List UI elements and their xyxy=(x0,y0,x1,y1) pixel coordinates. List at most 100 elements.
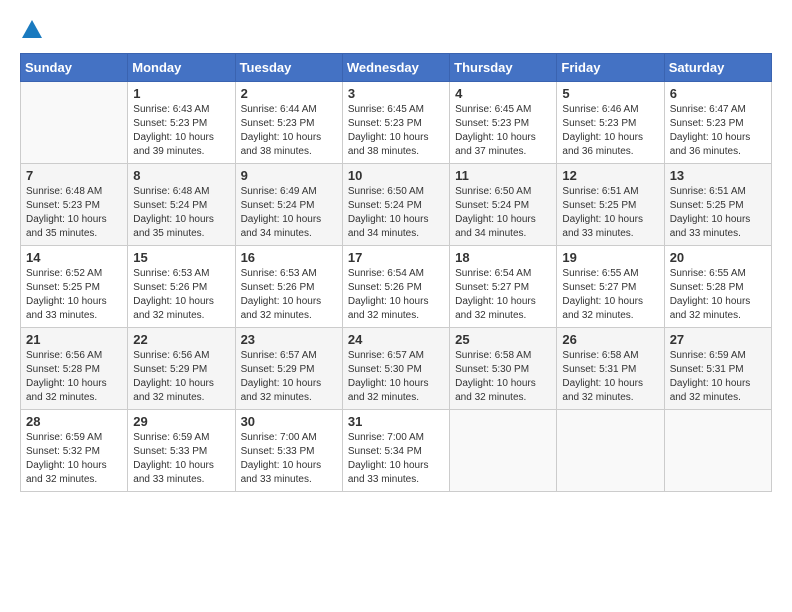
calendar-cell: 1 Sunrise: 6:43 AM Sunset: 5:23 PM Daylig… xyxy=(128,82,235,164)
cell-info: Sunrise: 6:50 AM Sunset: 5:24 PM Dayligh… xyxy=(348,185,444,241)
day-number: 3 xyxy=(348,86,444,101)
cell-info: Sunrise: 7:00 AM Sunset: 5:33 PM Dayligh… xyxy=(241,431,337,487)
calendar-header-row: SundayMondayTuesdayWednesdayThursdayFrid… xyxy=(21,54,772,82)
day-number: 15 xyxy=(133,250,229,265)
cell-info: Sunrise: 6:57 AM Sunset: 5:30 PM Dayligh… xyxy=(348,349,444,405)
calendar-cell: 3Sunrise: 6:45 AM Sunset: 5:23 PM Daylig… xyxy=(342,82,449,164)
cell-info: Sunrise: 6:51 AM Sunset: 5:25 PM Dayligh… xyxy=(562,185,658,241)
day-number: 12 xyxy=(562,168,658,183)
day-number: 5 xyxy=(562,86,658,101)
cell-info: Sunrise: 6:47 AM Sunset: 5:23 PM Dayligh… xyxy=(670,103,766,159)
cell-info: Sunrise: 6:55 AM Sunset: 5:28 PM Dayligh… xyxy=(670,267,766,323)
calendar-day-header: Friday xyxy=(557,54,664,82)
calendar-cell: 18 Sunrise: 6:54 AM Sunset: 5:27 PM Dayli… xyxy=(450,246,557,328)
calendar-cell: 24 Sunrise: 6:57 AM Sunset: 5:30 PM Dayli… xyxy=(342,328,449,410)
calendar-cell: 16 Sunrise: 6:53 AM Sunset: 5:26 PM Dayli… xyxy=(235,246,342,328)
day-number: 22 xyxy=(133,332,229,347)
logo xyxy=(20,20,42,43)
calendar-cell: 19 Sunrise: 6:55 AM Sunset: 5:27 PM Dayli… xyxy=(557,246,664,328)
calendar-week-row: 21 Sunrise: 6:56 AM Sunset: 5:28 PM Dayli… xyxy=(21,328,772,410)
day-number: 20 xyxy=(670,250,766,265)
cell-info: Sunrise: 6:53 AM Sunset: 5:26 PM Dayligh… xyxy=(241,267,337,323)
calendar-cell: 31 Sunrise: 7:00 AM Sunset: 5:34 PM Dayli… xyxy=(342,410,449,492)
calendar-cell: 14 Sunrise: 6:52 AM Sunset: 5:25 PM Dayli… xyxy=(21,246,128,328)
cell-info: Sunrise: 6:59 AM Sunset: 5:32 PM Dayligh… xyxy=(26,431,122,487)
day-number: 19 xyxy=(562,250,658,265)
calendar-day-header: Monday xyxy=(128,54,235,82)
calendar-cell: 12 Sunrise: 6:51 AM Sunset: 5:25 PM Dayli… xyxy=(557,164,664,246)
calendar-cell: 26Sunrise: 6:58 AM Sunset: 5:31 PM Dayli… xyxy=(557,328,664,410)
day-number: 4 xyxy=(455,86,551,101)
cell-info: Sunrise: 6:52 AM Sunset: 5:25 PM Dayligh… xyxy=(26,267,122,323)
day-number: 29 xyxy=(133,414,229,429)
calendar-cell xyxy=(664,410,771,492)
cell-info: Sunrise: 6:51 AM Sunset: 5:25 PM Dayligh… xyxy=(670,185,766,241)
day-number: 11 xyxy=(455,168,551,183)
day-number: 17 xyxy=(348,250,444,265)
calendar-cell: 13 Sunrise: 6:51 AM Sunset: 5:25 PM Dayli… xyxy=(664,164,771,246)
cell-info: Sunrise: 7:00 AM Sunset: 5:34 PM Dayligh… xyxy=(348,431,444,487)
calendar-table: SundayMondayTuesdayWednesdayThursdayFrid… xyxy=(20,53,772,492)
cell-info: Sunrise: 6:57 AM Sunset: 5:29 PM Dayligh… xyxy=(241,349,337,405)
day-number: 16 xyxy=(241,250,337,265)
calendar-cell: 23 Sunrise: 6:57 AM Sunset: 5:29 PM Dayli… xyxy=(235,328,342,410)
cell-info: Sunrise: 6:54 AM Sunset: 5:26 PM Dayligh… xyxy=(348,267,444,323)
calendar-cell xyxy=(21,82,128,164)
day-number: 6 xyxy=(670,86,766,101)
calendar-cell: 10 Sunrise: 6:50 AM Sunset: 5:24 PM Dayli… xyxy=(342,164,449,246)
calendar-cell: 7 Sunrise: 6:48 AM Sunset: 5:23 PM Daylig… xyxy=(21,164,128,246)
day-number: 26 xyxy=(562,332,658,347)
cell-info: Sunrise: 6:48 AM Sunset: 5:24 PM Dayligh… xyxy=(133,185,229,241)
day-number: 2 xyxy=(241,86,337,101)
day-number: 7 xyxy=(26,168,122,183)
calendar-cell: 11Sunrise: 6:50 AM Sunset: 5:24 PM Dayli… xyxy=(450,164,557,246)
logo-triangle-icon xyxy=(22,20,42,38)
day-number: 21 xyxy=(26,332,122,347)
calendar-cell: 30Sunrise: 7:00 AM Sunset: 5:33 PM Dayli… xyxy=(235,410,342,492)
calendar-day-header: Wednesday xyxy=(342,54,449,82)
calendar-day-header: Thursday xyxy=(450,54,557,82)
day-number: 28 xyxy=(26,414,122,429)
calendar-cell: 27 Sunrise: 6:59 AM Sunset: 5:31 PM Dayli… xyxy=(664,328,771,410)
cell-info: Sunrise: 6:56 AM Sunset: 5:29 PM Dayligh… xyxy=(133,349,229,405)
calendar-cell: 2 Sunrise: 6:44 AM Sunset: 5:23 PM Daylig… xyxy=(235,82,342,164)
calendar-week-row: 28 Sunrise: 6:59 AM Sunset: 5:32 PM Dayli… xyxy=(21,410,772,492)
day-number: 9 xyxy=(241,168,337,183)
day-number: 31 xyxy=(348,414,444,429)
day-number: 14 xyxy=(26,250,122,265)
calendar-cell: 21 Sunrise: 6:56 AM Sunset: 5:28 PM Dayli… xyxy=(21,328,128,410)
calendar-cell: 9 Sunrise: 6:49 AM Sunset: 5:24 PM Daylig… xyxy=(235,164,342,246)
calendar-cell: 25 Sunrise: 6:58 AM Sunset: 5:30 PM Dayli… xyxy=(450,328,557,410)
cell-info: Sunrise: 6:53 AM Sunset: 5:26 PM Dayligh… xyxy=(133,267,229,323)
cell-info: Sunrise: 6:48 AM Sunset: 5:23 PM Dayligh… xyxy=(26,185,122,241)
day-number: 24 xyxy=(348,332,444,347)
calendar-day-header: Tuesday xyxy=(235,54,342,82)
calendar-cell: 22 Sunrise: 6:56 AM Sunset: 5:29 PM Dayli… xyxy=(128,328,235,410)
day-number: 25 xyxy=(455,332,551,347)
page-header xyxy=(20,20,772,43)
day-number: 13 xyxy=(670,168,766,183)
day-number: 27 xyxy=(670,332,766,347)
calendar-week-row: 14 Sunrise: 6:52 AM Sunset: 5:25 PM Dayli… xyxy=(21,246,772,328)
calendar-cell: 28 Sunrise: 6:59 AM Sunset: 5:32 PM Dayli… xyxy=(21,410,128,492)
day-number: 18 xyxy=(455,250,551,265)
day-number: 10 xyxy=(348,168,444,183)
cell-info: Sunrise: 6:58 AM Sunset: 5:30 PM Dayligh… xyxy=(455,349,551,405)
cell-info: Sunrise: 6:59 AM Sunset: 5:31 PM Dayligh… xyxy=(670,349,766,405)
cell-info: Sunrise: 6:54 AM Sunset: 5:27 PM Dayligh… xyxy=(455,267,551,323)
cell-info: Sunrise: 6:43 AM Sunset: 5:23 PM Dayligh… xyxy=(133,103,229,159)
calendar-cell: 20 Sunrise: 6:55 AM Sunset: 5:28 PM Dayli… xyxy=(664,246,771,328)
calendar-cell: 4Sunrise: 6:45 AM Sunset: 5:23 PM Daylig… xyxy=(450,82,557,164)
calendar-cell: 5 Sunrise: 6:46 AM Sunset: 5:23 PM Daylig… xyxy=(557,82,664,164)
calendar-cell xyxy=(557,410,664,492)
cell-info: Sunrise: 6:44 AM Sunset: 5:23 PM Dayligh… xyxy=(241,103,337,159)
cell-info: Sunrise: 6:55 AM Sunset: 5:27 PM Dayligh… xyxy=(562,267,658,323)
cell-info: Sunrise: 6:49 AM Sunset: 5:24 PM Dayligh… xyxy=(241,185,337,241)
cell-info: Sunrise: 6:59 AM Sunset: 5:33 PM Dayligh… xyxy=(133,431,229,487)
calendar-cell: 29 Sunrise: 6:59 AM Sunset: 5:33 PM Dayli… xyxy=(128,410,235,492)
cell-info: Sunrise: 6:56 AM Sunset: 5:28 PM Dayligh… xyxy=(26,349,122,405)
day-number: 23 xyxy=(241,332,337,347)
day-number: 1 xyxy=(133,86,229,101)
cell-info: Sunrise: 6:46 AM Sunset: 5:23 PM Dayligh… xyxy=(562,103,658,159)
calendar-cell: 15 Sunrise: 6:53 AM Sunset: 5:26 PM Dayli… xyxy=(128,246,235,328)
